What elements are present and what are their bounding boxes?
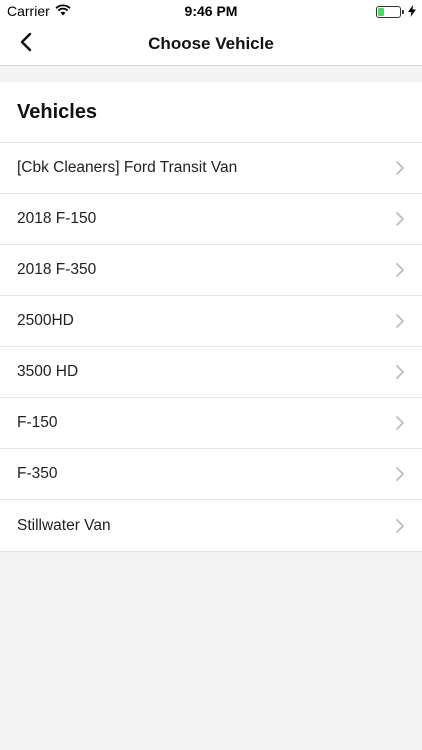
vehicle-row[interactable]: 2500HD: [0, 296, 422, 347]
status-time: 9:46 PM: [184, 3, 238, 19]
status-right: [376, 4, 416, 20]
charging-bolt-icon: [408, 4, 416, 20]
vehicle-list: Vehicles [Cbk Cleaners] Ford Transit Van…: [0, 82, 422, 552]
vehicle-label: F-350: [17, 465, 58, 482]
chevron-right-icon: [396, 467, 404, 481]
vehicle-label: 3500 HD: [17, 363, 79, 380]
chevron-right-icon: [396, 212, 404, 226]
vehicle-label: 2018 F-150: [17, 210, 97, 227]
vehicle-label: 2018 F-350: [17, 261, 97, 278]
status-bar: Carrier 9:46 PM: [0, 0, 422, 22]
chevron-right-icon: [396, 161, 404, 175]
page-title: Choose Vehicle: [148, 34, 274, 53]
chevron-right-icon: [396, 314, 404, 328]
chevron-right-icon: [396, 263, 404, 277]
vehicle-row[interactable]: Stillwater Van: [0, 500, 422, 551]
vehicle-label: F-150: [17, 414, 58, 431]
vehicle-row[interactable]: 2018 F-150: [0, 194, 422, 245]
vehicle-row[interactable]: 3500 HD: [0, 347, 422, 398]
vehicle-label: 2500HD: [17, 312, 74, 329]
vehicle-row[interactable]: F-350: [0, 449, 422, 500]
vehicle-label: Stillwater Van: [17, 516, 111, 534]
vehicle-row[interactable]: [Cbk Cleaners] Ford Transit Van: [0, 143, 422, 194]
battery-icon: [376, 6, 404, 18]
chevron-right-icon: [396, 518, 404, 533]
chevron-right-icon: [396, 416, 404, 430]
section-title: Vehicles: [0, 82, 422, 143]
battery-level: [378, 8, 384, 16]
chevron-right-icon: [396, 365, 404, 379]
vehicle-label: [Cbk Cleaners] Ford Transit Van: [17, 159, 238, 176]
vehicle-row[interactable]: 2018 F-350: [0, 245, 422, 296]
nav-bar: Choose Vehicle: [0, 22, 422, 66]
vehicle-row[interactable]: F-150: [0, 398, 422, 449]
